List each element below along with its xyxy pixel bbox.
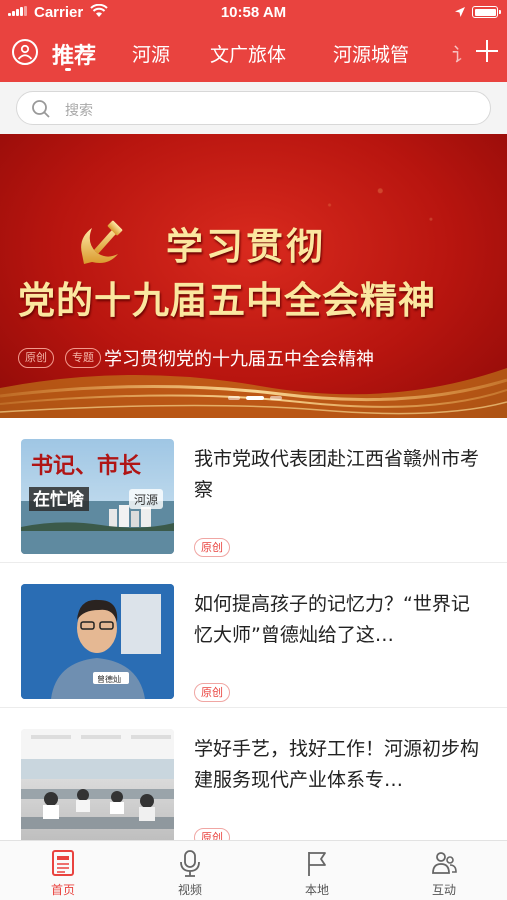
- search-area: 搜索: [0, 82, 507, 134]
- flag-icon: [308, 852, 326, 876]
- tab-video-label: 视频: [177, 883, 202, 897]
- channel-tabs: 推荐 河源 文广旅体 河源城管 讠: [0, 30, 507, 76]
- carousel-indicator: [0, 396, 507, 400]
- original-tag: 原创: [18, 348, 54, 368]
- tab-recommend[interactable]: 推荐: [52, 38, 96, 70]
- news-thumbnail: [21, 729, 174, 840]
- source-tag: 原创: [194, 538, 230, 557]
- tab-city-management[interactable]: 河源城管: [333, 40, 409, 67]
- tab-local[interactable]: 本地: [254, 841, 380, 900]
- bottom-tab-bar: 首页 视频 本地 互动: [0, 840, 507, 900]
- party-emblem-icon: [81, 220, 123, 264]
- clock: 10:58 AM: [220, 4, 287, 21]
- tab-home[interactable]: 首页: [0, 841, 126, 900]
- thumb-subtitle-text: 在忙啥: [33, 489, 85, 510]
- banner-headline-line2: 党的十九届五中全会精神: [18, 279, 436, 322]
- active-tab-indicator: [65, 68, 71, 71]
- tab-interact[interactable]: 互动: [381, 841, 507, 900]
- tab-culture-tourism[interactable]: 文广旅体: [210, 40, 286, 67]
- news-title: 学好手艺，找好工作！河源初步构建服务现代产业体系专…: [194, 738, 480, 791]
- newspaper-icon: [52, 850, 74, 876]
- news-title: 如何提高孩子的记忆力？“世界记忆大师”曾德灿给了这…: [194, 593, 470, 646]
- tab-overflow[interactable]: 讠: [440, 30, 468, 76]
- source-tag: 原创: [194, 683, 230, 702]
- tab-local-label: 本地: [304, 883, 329, 897]
- microphone-icon: [180, 850, 200, 877]
- list-item[interactable]: 曾德灿 如何提高孩子的记忆力？“世界记忆大师”曾德灿给了这… 原创: [0, 563, 507, 708]
- status-bar: Carrier 10:58 AM: [0, 0, 507, 26]
- tab-heyuan[interactable]: 河源: [132, 40, 170, 67]
- news-title: 我市党政代表团赴江西省赣州市考察: [194, 448, 480, 501]
- news-thumbnail: 书记、市长 在忙啥 河源: [21, 439, 174, 554]
- list-item[interactable]: 书记、市长 在忙啥 河源 我市党政代表团赴江西省赣州市考察 原创: [0, 418, 507, 563]
- location-arrow-icon: [455, 7, 465, 17]
- thumb-seal-text: 河源: [134, 493, 158, 507]
- carousel-dot-active: [246, 396, 264, 400]
- news-thumbnail: 曾德灿: [21, 584, 174, 699]
- thumb-title-text: 书记、市长: [31, 453, 142, 479]
- banner-carousel[interactable]: 学习贯彻 党的十九届五中全会精神 原创 专题 学习贯彻党的十九届五中全会精神: [0, 134, 507, 418]
- banner-headline-line1: 学习贯彻: [166, 225, 326, 268]
- carousel-dot: [228, 396, 240, 400]
- tab-interact-label: 互动: [431, 883, 456, 897]
- battery-icon: [472, 6, 501, 18]
- search-input[interactable]: 搜索: [16, 91, 491, 125]
- source-tag: 原创: [194, 828, 230, 840]
- news-list: 书记、市长 在忙啥 河源 我市党政代表团赴江西省赣州市考察 原创 曾德灿 如何提: [0, 418, 507, 840]
- tab-video[interactable]: 视频: [127, 841, 253, 900]
- search-placeholder: 搜索: [65, 103, 93, 119]
- add-channel-icon[interactable]: [476, 40, 498, 62]
- topic-tag: 专题: [65, 348, 101, 368]
- user-avatar-icon[interactable]: [12, 39, 38, 65]
- app-header: Carrier 10:58 AM 推荐 河源 文广旅体 河源城管 讠: [0, 0, 507, 82]
- tab-home-label: 首页: [50, 883, 75, 897]
- carousel-dot: [270, 396, 282, 400]
- banner-caption: 学习贯彻党的十九届五中全会精神: [104, 349, 374, 370]
- list-item[interactable]: 学好手艺，找好工作！河源初步构建服务现代产业体系专… 原创: [0, 708, 507, 840]
- tab-truncated: 讠: [452, 44, 468, 66]
- search-icon: [32, 100, 50, 118]
- people-icon: [432, 852, 457, 874]
- thumb-nameplate-text: 曾德灿: [97, 674, 121, 684]
